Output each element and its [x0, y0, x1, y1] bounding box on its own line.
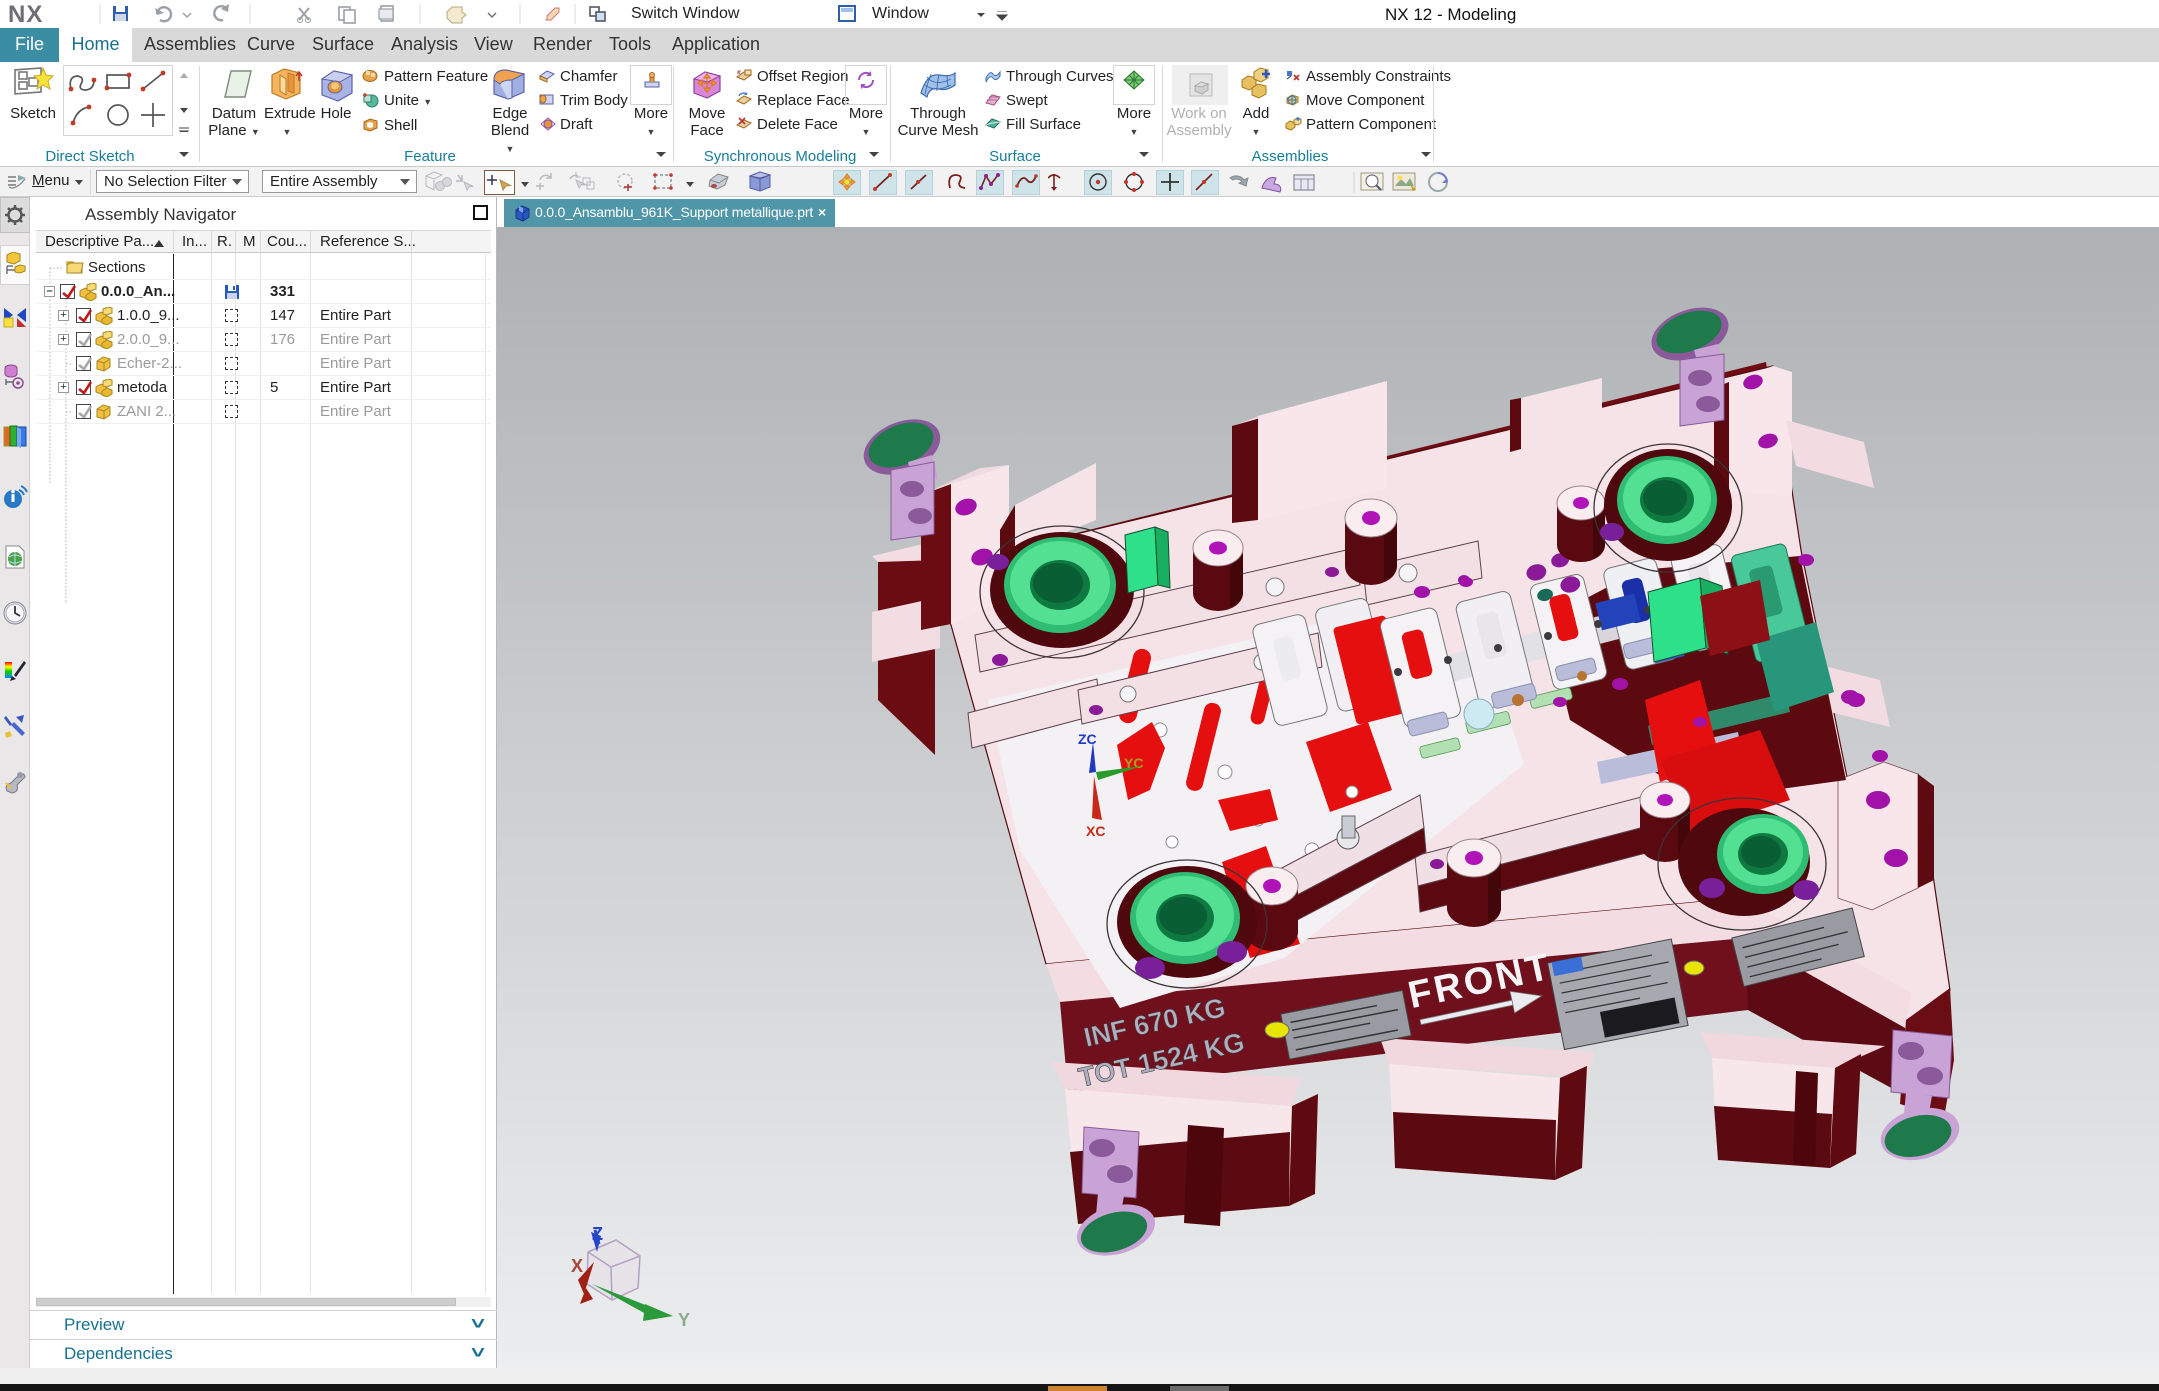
- svg-text:Y: Y: [678, 1310, 690, 1330]
- svg-text:X: X: [571, 1256, 583, 1276]
- svg-text:XC: XC: [1086, 823, 1105, 839]
- svg-text:ZC: ZC: [1078, 731, 1097, 747]
- svg-text:Z: Z: [592, 1224, 603, 1244]
